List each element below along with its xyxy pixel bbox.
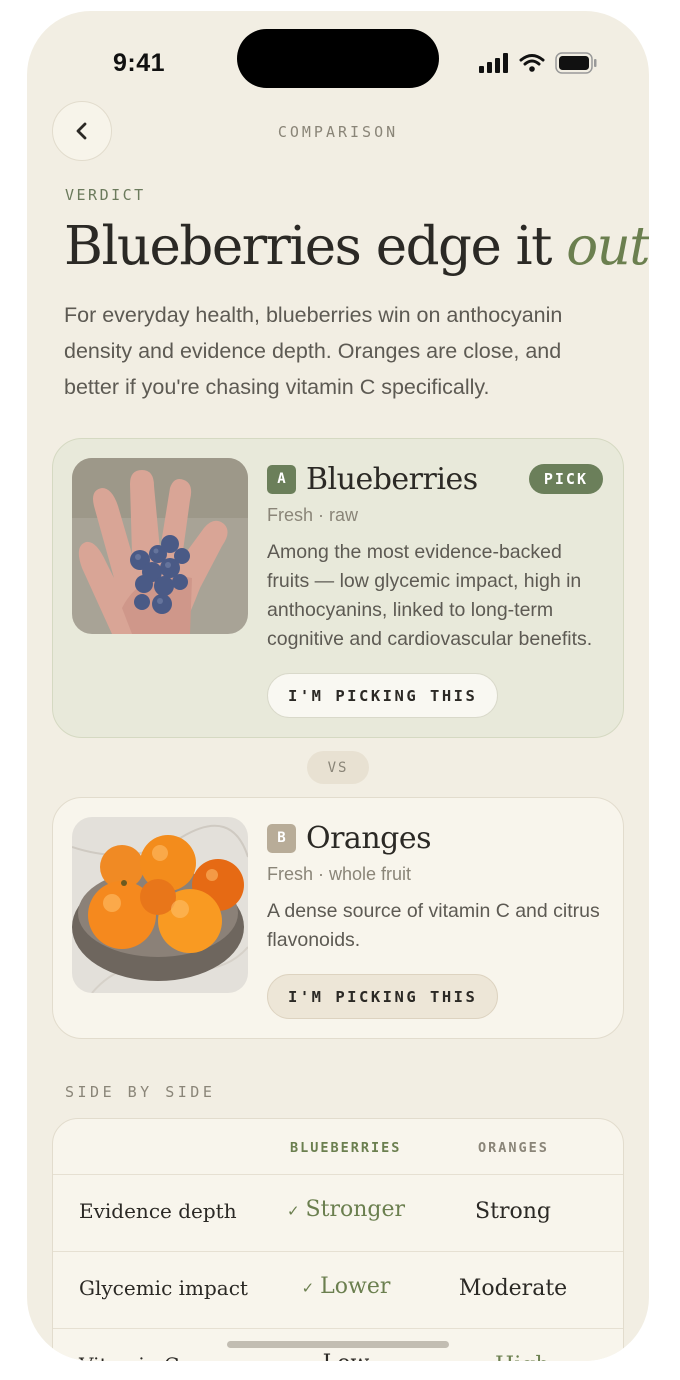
blueberries-image	[72, 458, 248, 634]
row-label: Glycemic impact	[79, 1276, 248, 1300]
section-label: SIDE BY SIDE	[65, 1083, 216, 1101]
verdict-summary: For everyday health, blueberries win on …	[64, 303, 563, 399]
table-row: Glycemic impact ✓ Lower Moderate	[53, 1252, 623, 1329]
option-card-oranges[interactable]: B Oranges Fresh · whole fruit A dense so…	[52, 797, 624, 1039]
phone-screen: 9:41 COMPARISON VERDICT Blueberries edge…	[27, 11, 649, 1361]
option-b-details: B Oranges Fresh · whole fruit A dense so…	[267, 818, 603, 955]
cellular-signal-icon	[479, 53, 508, 73]
option-letter-badge: B	[267, 823, 296, 853]
option-subtitle: Fresh · whole fruit	[267, 864, 412, 884]
blueberries-value: ✓ Lower	[228, 1274, 464, 1299]
option-subtitle: Fresh · raw	[267, 505, 359, 525]
wifi-icon	[519, 54, 545, 72]
dynamic-island	[237, 29, 439, 88]
comparison-table: BLUEBERRIES ORANGES Evidence depth ✓ Stro…	[52, 1118, 624, 1361]
option-a-details: A Blueberries PICK Fresh · raw Among the…	[267, 459, 603, 654]
headline-text: Blueberries edge it	[64, 216, 552, 277]
value-text: Lower	[320, 1274, 391, 1299]
option-card-blueberries[interactable]: A Blueberries PICK Fresh · raw Among the…	[52, 438, 624, 738]
status-time: 9:41	[113, 49, 166, 77]
oranges-value: ✓ High	[443, 1353, 583, 1361]
blueberries-value: ✓ Stronger	[228, 1197, 464, 1222]
status-icons	[479, 51, 597, 75]
value-text: Stronger	[305, 1197, 406, 1222]
vs-divider: VS	[307, 751, 369, 784]
column-header-oranges: ORANGES	[478, 1140, 549, 1156]
check-icon: ✓	[286, 1202, 300, 1220]
option-description: A dense source of vitamin C and citrus f…	[267, 900, 600, 951]
page-title: COMPARISON	[277, 123, 399, 141]
option-b-title-row: B Oranges	[267, 818, 603, 858]
verdict-label: VERDICT	[65, 186, 146, 204]
option-description: Among the most evidence-backed fruits — …	[267, 541, 593, 650]
table-header: BLUEBERRIES ORANGES	[53, 1119, 623, 1175]
blueberries-value: Low	[228, 1351, 464, 1361]
pick-badge: PICK	[528, 464, 603, 494]
pick-blueberries-button[interactable]: I'M PICKING THIS	[267, 673, 499, 718]
oranges-image	[72, 817, 248, 993]
option-name: Oranges	[306, 820, 432, 856]
option-letter-badge: A	[267, 464, 296, 494]
option-name: Blueberries	[306, 461, 478, 497]
row-label: Evidence depth	[79, 1199, 237, 1223]
verdict-headline: Blueberries edge it out	[64, 211, 649, 283]
table-row: Evidence depth ✓ Stronger Strong	[53, 1175, 623, 1252]
battery-icon	[555, 52, 597, 74]
option-a-title-row: A Blueberries PICK	[267, 459, 603, 499]
value-text: High	[495, 1353, 549, 1361]
oranges-value: Moderate	[458, 1276, 568, 1301]
home-indicator[interactable]	[227, 1341, 449, 1348]
column-header-blueberries: BLUEBERRIES	[290, 1140, 402, 1156]
pick-oranges-button[interactable]: I'M PICKING THIS	[267, 974, 499, 1019]
headline-emphasis: out	[566, 216, 649, 277]
oranges-value: Strong	[475, 1199, 551, 1224]
row-label: Vitamin C	[79, 1353, 179, 1361]
check-icon: ✓	[476, 1358, 489, 1361]
check-icon: ✓	[301, 1279, 315, 1297]
